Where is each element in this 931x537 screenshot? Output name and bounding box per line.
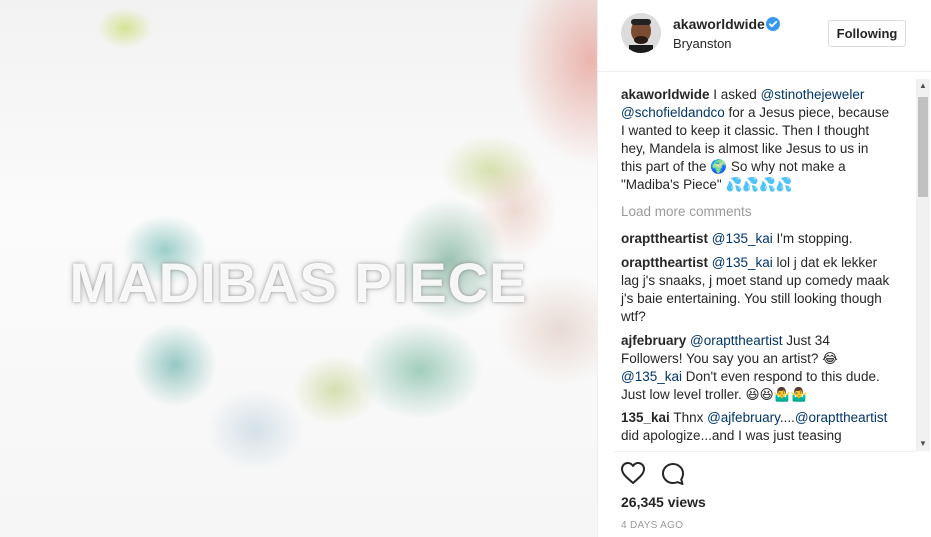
caption-username[interactable]: akaworldwide	[621, 87, 710, 102]
droplets-emoji: 💦💦💦💦	[725, 177, 793, 192]
post-media[interactable]: MADIBAS PIECE	[0, 0, 597, 537]
comment-mention[interactable]: @orapttheartist	[795, 410, 888, 425]
comment-bubble-icon[interactable]	[660, 461, 686, 487]
comment-mention[interactable]: @orapttheartist	[690, 333, 783, 348]
following-button[interactable]: Following	[828, 20, 906, 47]
comment-username[interactable]: orapttheartist	[621, 231, 708, 246]
comment-username[interactable]: orapttheartist	[621, 255, 708, 270]
caption-mention[interactable]: @schofieldandco	[621, 105, 725, 120]
comment-text: Thnx	[669, 410, 708, 425]
post-header: akaworldwide Bryanston Following	[598, 0, 931, 72]
caption-text: I asked	[709, 87, 761, 102]
avatar[interactable]	[621, 13, 661, 53]
caption: akaworldwide I asked @stinothejeweler @s…	[621, 86, 891, 194]
comment-item: ajfebruary @orapttheartist Just 34 Follo…	[621, 332, 891, 404]
comment-item: 135_kai Thnx @ajfebruary....@orapttheart…	[621, 409, 891, 445]
heart-icon[interactable]	[620, 461, 646, 485]
header-username[interactable]: akaworldwide	[673, 16, 765, 32]
avatar-image	[621, 13, 661, 53]
post-side-panel: akaworldwide Bryanston Following akaworl…	[597, 0, 931, 537]
views-count[interactable]: 26,345 views	[621, 494, 706, 510]
verified-badge-icon	[766, 17, 780, 31]
comment-text: did apologize...and I was just teasing	[621, 428, 842, 443]
divider	[614, 451, 916, 452]
comment-mention[interactable]: @135_kai	[712, 231, 773, 246]
globe-emoji: 🌍	[710, 159, 728, 174]
scrollbar-thumb[interactable]	[918, 97, 928, 197]
comment-text: ....	[779, 410, 795, 425]
media-overlay-text: MADIBAS PIECE	[69, 251, 528, 314]
comments-scrollbar[interactable]: ▲ ▼	[916, 79, 930, 451]
comment-mention[interactable]: @ajfebruary	[707, 410, 780, 425]
comment-username[interactable]: ajfebruary	[621, 333, 686, 348]
location-link[interactable]: Bryanston	[673, 36, 732, 51]
load-more-comments-button[interactable]: Load more comments	[621, 204, 752, 219]
comment-item: orapttheartist @135_kai lol j dat ek lek…	[621, 254, 891, 326]
comment-mention[interactable]: @135_kai	[712, 255, 773, 270]
scroll-up-arrow-icon[interactable]: ▲	[916, 79, 930, 93]
scroll-down-arrow-icon[interactable]: ▼	[916, 437, 930, 451]
caption-mention[interactable]: @stinothejeweler	[761, 87, 865, 102]
comment-item: orapttheartist @135_kai I'm stopping.	[621, 230, 891, 248]
comment-username[interactable]: 135_kai	[621, 410, 670, 425]
comments-list[interactable]: akaworldwide I asked @stinothejeweler @s…	[598, 73, 931, 451]
comment-text: I'm stopping.	[772, 231, 853, 246]
comment-mention[interactable]: @135_kai	[621, 369, 682, 384]
post-timestamp[interactable]: 4 DAYS AGO	[621, 520, 683, 531]
